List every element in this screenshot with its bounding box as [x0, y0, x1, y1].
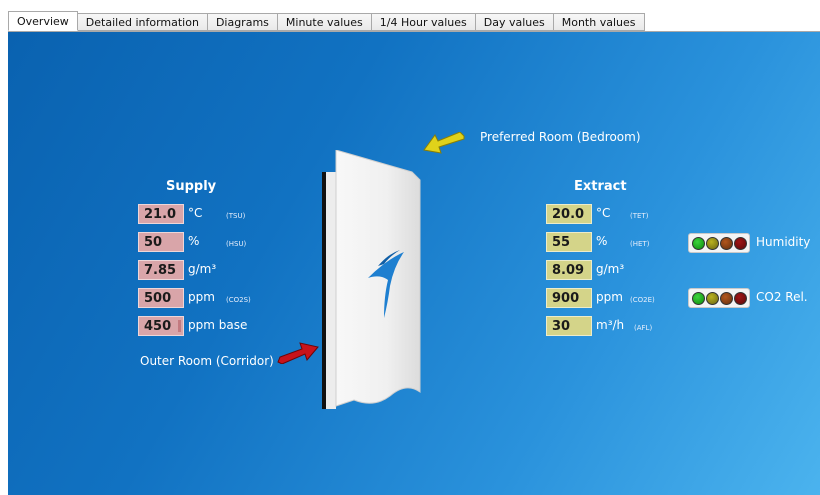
- supply-co2-base-value: 450: [144, 319, 172, 334]
- supply-co2-base-unit: ppm base: [188, 318, 248, 332]
- extract-absolute-humidity-unit: g/m³: [596, 262, 625, 276]
- extract-temperature-unit: °C: [596, 206, 611, 220]
- supply-humidity-field: 50: [138, 232, 184, 252]
- indicator-yellow-led-icon: [705, 291, 719, 305]
- humidity-indicator-label: Humidity: [756, 235, 811, 249]
- tab-day-values[interactable]: Day values: [475, 13, 554, 31]
- supply-temperature-unit: °C: [188, 206, 203, 220]
- extract-co2-field: 900: [546, 288, 592, 308]
- supply-co2-field: 500: [138, 288, 184, 308]
- tab-month-values[interactable]: Month values: [553, 13, 645, 31]
- supply-co2-base-input[interactable]: 450: [138, 316, 184, 336]
- extract-co2-tag: (CO2E): [630, 296, 655, 304]
- tab-strip: Overview Detailed information Diagrams M…: [8, 11, 645, 31]
- tab-minute-values[interactable]: Minute values: [277, 13, 372, 31]
- preferred-room-arrow-icon: [423, 132, 465, 154]
- extract-temperature-tag: (TET): [630, 212, 649, 220]
- tab-diagrams[interactable]: Diagrams: [207, 13, 278, 31]
- extract-humidity-field: 55: [546, 232, 592, 252]
- supply-co2-tag: (CO2S): [226, 296, 251, 304]
- overview-panel: Preferred Room (Bedroom) Outer Room (Cor…: [8, 31, 820, 495]
- extract-absolute-humidity-field: 8.09: [546, 260, 592, 280]
- supply-absolute-humidity-unit: g/m³: [188, 262, 217, 276]
- extract-heading: Extract: [574, 179, 627, 194]
- supply-co2-unit: ppm: [188, 290, 215, 304]
- co2-indicator-label: CO2 Rel.: [756, 290, 808, 304]
- humidity-indicator: [688, 233, 750, 253]
- indicator-yellow-led-icon: [705, 236, 719, 250]
- extract-humidity-tag: (HET): [630, 240, 650, 248]
- spinner-icon[interactable]: [178, 320, 181, 332]
- ventilation-unit-image: [335, 150, 421, 407]
- supply-absolute-humidity-field: 7.85: [138, 260, 184, 280]
- tab-quarter-hour-values[interactable]: 1/4 Hour values: [371, 13, 476, 31]
- extract-temperature-field: 20.0: [546, 204, 592, 224]
- extract-humidity-unit: %: [596, 234, 608, 248]
- outer-room-label: Outer Room (Corridor): [140, 354, 274, 368]
- tab-overview[interactable]: Overview: [8, 11, 78, 31]
- indicator-red-led-icon: [733, 291, 747, 305]
- outer-room-arrow-icon: [277, 342, 319, 364]
- indicator-green-led-icon: [691, 236, 705, 250]
- preferred-room-label: Preferred Room (Bedroom): [480, 130, 641, 144]
- supply-humidity-unit: %: [188, 234, 200, 248]
- indicator-red-led-icon: [733, 236, 747, 250]
- tab-detailed-information[interactable]: Detailed information: [77, 13, 208, 31]
- extract-airflow-unit: m³/h: [596, 318, 625, 332]
- supply-temperature-field: 21.0: [138, 204, 184, 224]
- extract-airflow-tag: (AFL): [634, 324, 653, 332]
- indicator-green-led-icon: [691, 291, 705, 305]
- indicator-orange-led-icon: [719, 236, 733, 250]
- supply-humidity-tag: (HSU): [226, 240, 247, 248]
- extract-co2-unit: ppm: [596, 290, 623, 304]
- supply-heading: Supply: [166, 179, 217, 194]
- extract-airflow-field: 30: [546, 316, 592, 336]
- supply-temperature-tag: (TSU): [226, 212, 246, 220]
- indicator-orange-led-icon: [719, 291, 733, 305]
- co2-indicator: [688, 288, 750, 308]
